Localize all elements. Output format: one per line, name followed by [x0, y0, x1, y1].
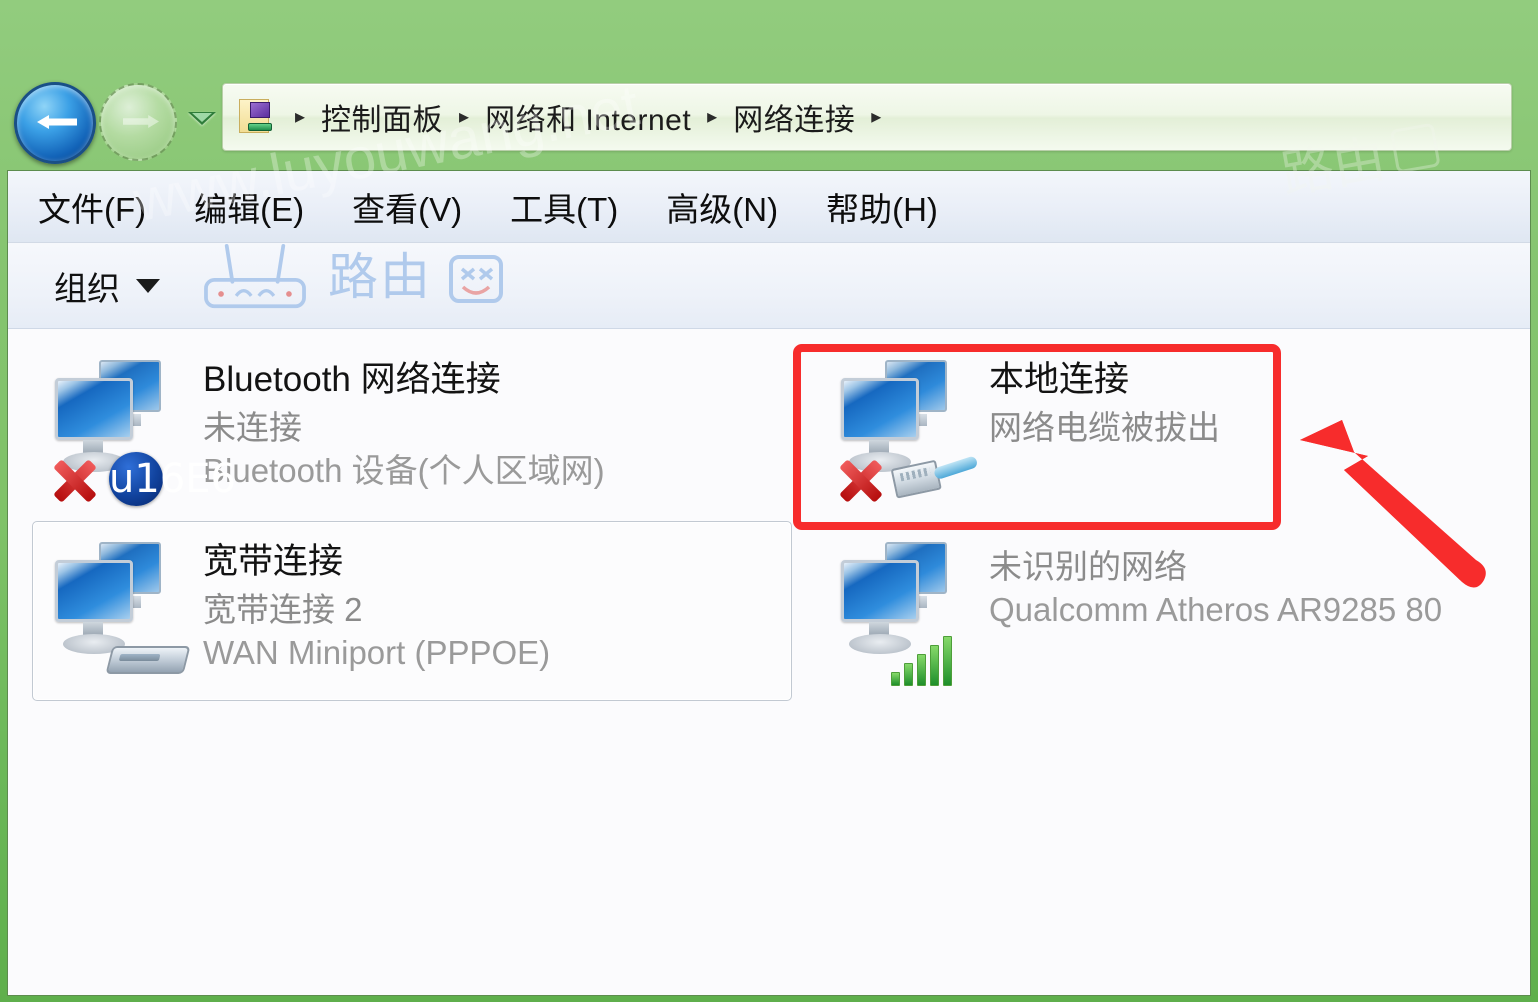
disabled-x-icon [835, 456, 885, 506]
menu-view[interactable]: 查看(V) [352, 183, 462, 231]
explorer-window: 文件(F) 编辑(E) 查看(V) 工具(T) 高级(N) 帮助(H) 组织 u… [7, 170, 1531, 996]
toolbar: 组织 [8, 243, 1530, 329]
connection-device: Qualcomm Atheros AR9285 80 [989, 590, 1443, 628]
connection-status: 未识别的网络 [989, 548, 1187, 585]
connection-item-local-area[interactable]: 本地连接 网络电缆被拔出 [818, 339, 1518, 507]
window-root: ▸ 控制面板 ▸ 网络和 Internet ▸ 网络连接 ▸ 文件(F) 编辑(… [0, 0, 1538, 1002]
menu-file[interactable]: 文件(F) [38, 183, 146, 231]
back-button[interactable] [14, 82, 96, 164]
navigation-bar: ▸ 控制面板 ▸ 网络和 Internet ▸ 网络连接 ▸ [0, 0, 1538, 168]
address-bar[interactable]: ▸ 控制面板 ▸ 网络和 Internet ▸ 网络连接 ▸ [222, 83, 1512, 151]
menu-advanced[interactable]: 高级(N) [666, 183, 778, 231]
connection-title: 宽带连接 [203, 542, 344, 581]
network-connections-icon [237, 97, 277, 137]
connection-item-broadband[interactable]: 宽带连接 宽带连接 2 WAN Miniport (PPPOE) [32, 521, 792, 701]
connection-device: WAN Miniport (PPPOE) [203, 634, 551, 672]
breadcrumb-network-connections[interactable]: 网络连接 [727, 95, 861, 139]
menu-bar: 文件(F) 编辑(E) 查看(V) 工具(T) 高级(N) 帮助(H) [8, 171, 1530, 243]
connections-list: Bluetooth 网络连接 未连接 Bluetooth 设备(个人区域网) 本… [8, 329, 1530, 995]
connection-status: 宽带连接 2 [203, 591, 363, 629]
menu-help[interactable]: 帮助(H) [826, 183, 938, 231]
wifi-signal-icon [891, 628, 957, 686]
connection-item-bluetooth[interactable]: Bluetooth 网络连接 未连接 Bluetooth 设备(个人区域网) [32, 339, 772, 507]
connection-status: 未连接 [203, 409, 302, 447]
network-connection-icon [47, 352, 197, 506]
breadcrumb-separator-1: ▸ [459, 106, 470, 128]
connection-title: 本地连接 [989, 360, 1130, 399]
breadcrumb-network-internet[interactable]: 网络和 Internet [479, 95, 697, 139]
network-connection-icon [833, 534, 983, 686]
chevron-down-icon [136, 278, 160, 293]
connection-device: Bluetooth 设备(个人区域网) [203, 452, 605, 490]
connection-item-wireless[interactable]: 未识别的网络 Qualcomm Atheros AR9285 80 [818, 521, 1530, 701]
breadcrumb-separator-0: ▸ [295, 106, 306, 128]
organize-button[interactable]: 组织 [54, 262, 160, 310]
menu-edit[interactable]: 编辑(E) [194, 183, 304, 231]
menu-tools[interactable]: 工具(T) [510, 183, 618, 231]
unplugged-cable-icon [889, 444, 983, 509]
organize-label: 组织 [54, 269, 120, 307]
network-connection-icon [833, 352, 983, 502]
chevron-down-icon[interactable] [188, 112, 216, 125]
disabled-x-icon [49, 456, 99, 506]
forward-button[interactable] [99, 83, 177, 161]
breadcrumb-separator-3[interactable]: ▸ [861, 107, 891, 127]
network-connection-icon [47, 534, 197, 684]
modem-icon [105, 638, 195, 682]
breadcrumb-control-panel[interactable]: 控制面板 [315, 95, 449, 139]
connection-title: Bluetooth 网络连接 [203, 360, 501, 399]
bluetooth-icon [109, 452, 163, 506]
connection-status: 网络电缆被拔出 [989, 409, 1220, 447]
breadcrumb-separator-2: ▸ [707, 106, 718, 128]
